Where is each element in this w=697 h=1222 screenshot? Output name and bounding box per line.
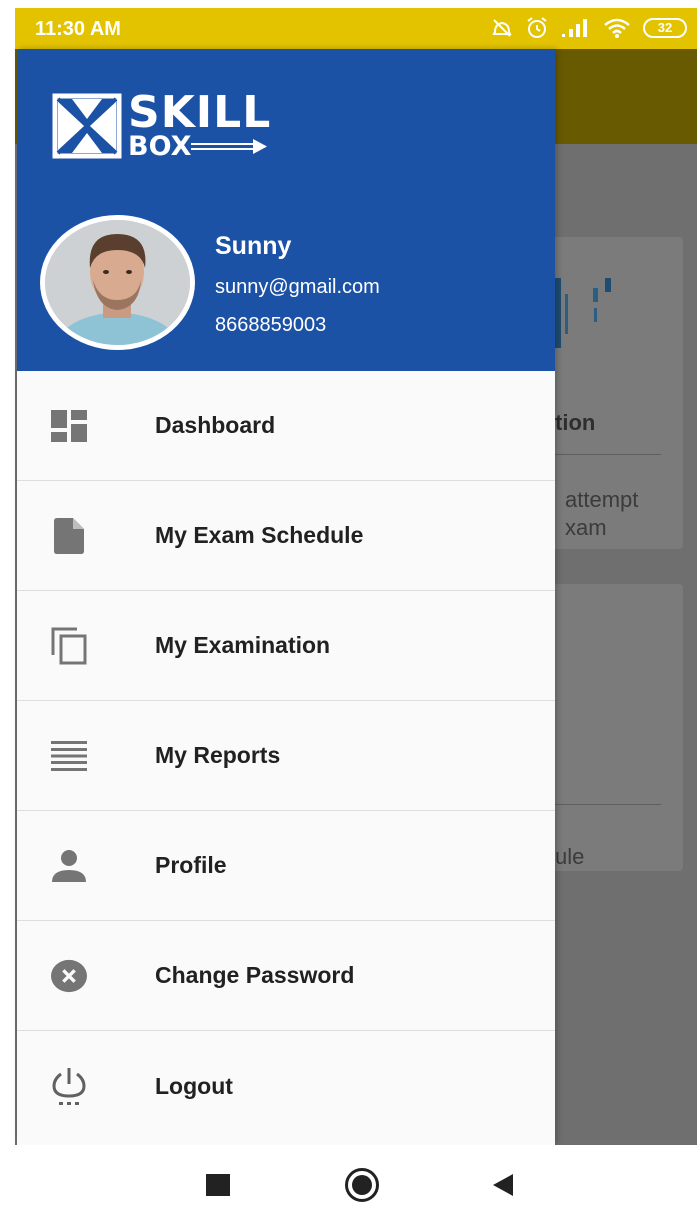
menu-label-dashboard: Dashboard (155, 412, 276, 438)
copy-icon (51, 627, 87, 664)
user-name: Sunny (215, 232, 292, 260)
user-phone: 8668859003 (215, 314, 327, 336)
drawer-header: SKILL BOX Sunny sunny@gmail.com 86688590… (17, 49, 555, 371)
logo-word-skill: SKILL (128, 87, 272, 138)
menu-label-my-examination: My Examination (155, 632, 331, 658)
person-icon (51, 848, 87, 884)
skillbox-logo: SKILL BOX (52, 91, 271, 160)
avatar[interactable] (40, 215, 195, 350)
wifi-icon (604, 18, 630, 38)
background-card-desc-line1: attempt (565, 487, 639, 512)
phone-screen: 11:30 AM 32 tion attempt xam ule SKILL B… (15, 8, 697, 1222)
cancel-circle-icon (51, 958, 87, 994)
back-button[interactable] (483, 1165, 523, 1205)
system-navigation-bar (15, 1145, 697, 1222)
list-lines-icon (51, 738, 87, 774)
signal-icon (562, 19, 587, 37)
dashboard-icon (51, 408, 87, 444)
logo-word-box: BOX (128, 131, 192, 162)
square-icon (206, 1174, 230, 1196)
background-card-title: tion (555, 410, 596, 435)
logo-arrow-icon (191, 138, 268, 154)
menu-label-change-password: Change Password (155, 962, 355, 988)
battery-icon: 32 (643, 18, 687, 38)
navigation-drawer: SKILL BOX Sunny sunny@gmail.com 86688590… (17, 49, 555, 1145)
status-bar: 11:30 AM 32 (15, 8, 697, 49)
menu-item-dashboard[interactable]: Dashboard (17, 371, 555, 481)
background-card-desc-line2: xam (565, 515, 607, 540)
menu-label-my-exam-schedule: My Exam Schedule (155, 522, 364, 548)
status-time: 11:30 AM (35, 18, 121, 40)
menu-item-my-exam-schedule[interactable]: My Exam Schedule (17, 481, 555, 591)
home-button[interactable] (342, 1165, 382, 1205)
menu-item-logout[interactable]: Logout (17, 1031, 555, 1141)
logo-mark-icon (52, 93, 122, 158)
menu-item-change-password[interactable]: Change Password (17, 921, 555, 1031)
user-email: sunny@gmail.com (215, 276, 380, 298)
power-icon (51, 1068, 87, 1105)
alarm-icon (527, 17, 547, 38)
home-circle-icon (345, 1168, 379, 1202)
menu-item-my-examination[interactable]: My Examination (17, 591, 555, 701)
status-icons: 32 (491, 16, 687, 40)
menu-item-my-reports[interactable]: My Reports (17, 701, 555, 811)
menu-label-profile: Profile (155, 852, 227, 878)
recent-apps-button[interactable] (198, 1165, 238, 1205)
menu-label-my-reports: My Reports (155, 742, 281, 768)
menu-label-logout: Logout (155, 1072, 233, 1099)
background-illustration (555, 278, 611, 348)
menu-item-profile[interactable]: Profile (17, 811, 555, 921)
do-not-disturb-icon (492, 19, 512, 37)
document-icon (51, 517, 87, 554)
back-triangle-icon (493, 1174, 513, 1196)
avatar-photo (45, 220, 190, 345)
background-card2-desc: ule (555, 844, 585, 869)
drawer-menu: Dashboard My Exam Schedule My Examinatio… (17, 371, 555, 1141)
